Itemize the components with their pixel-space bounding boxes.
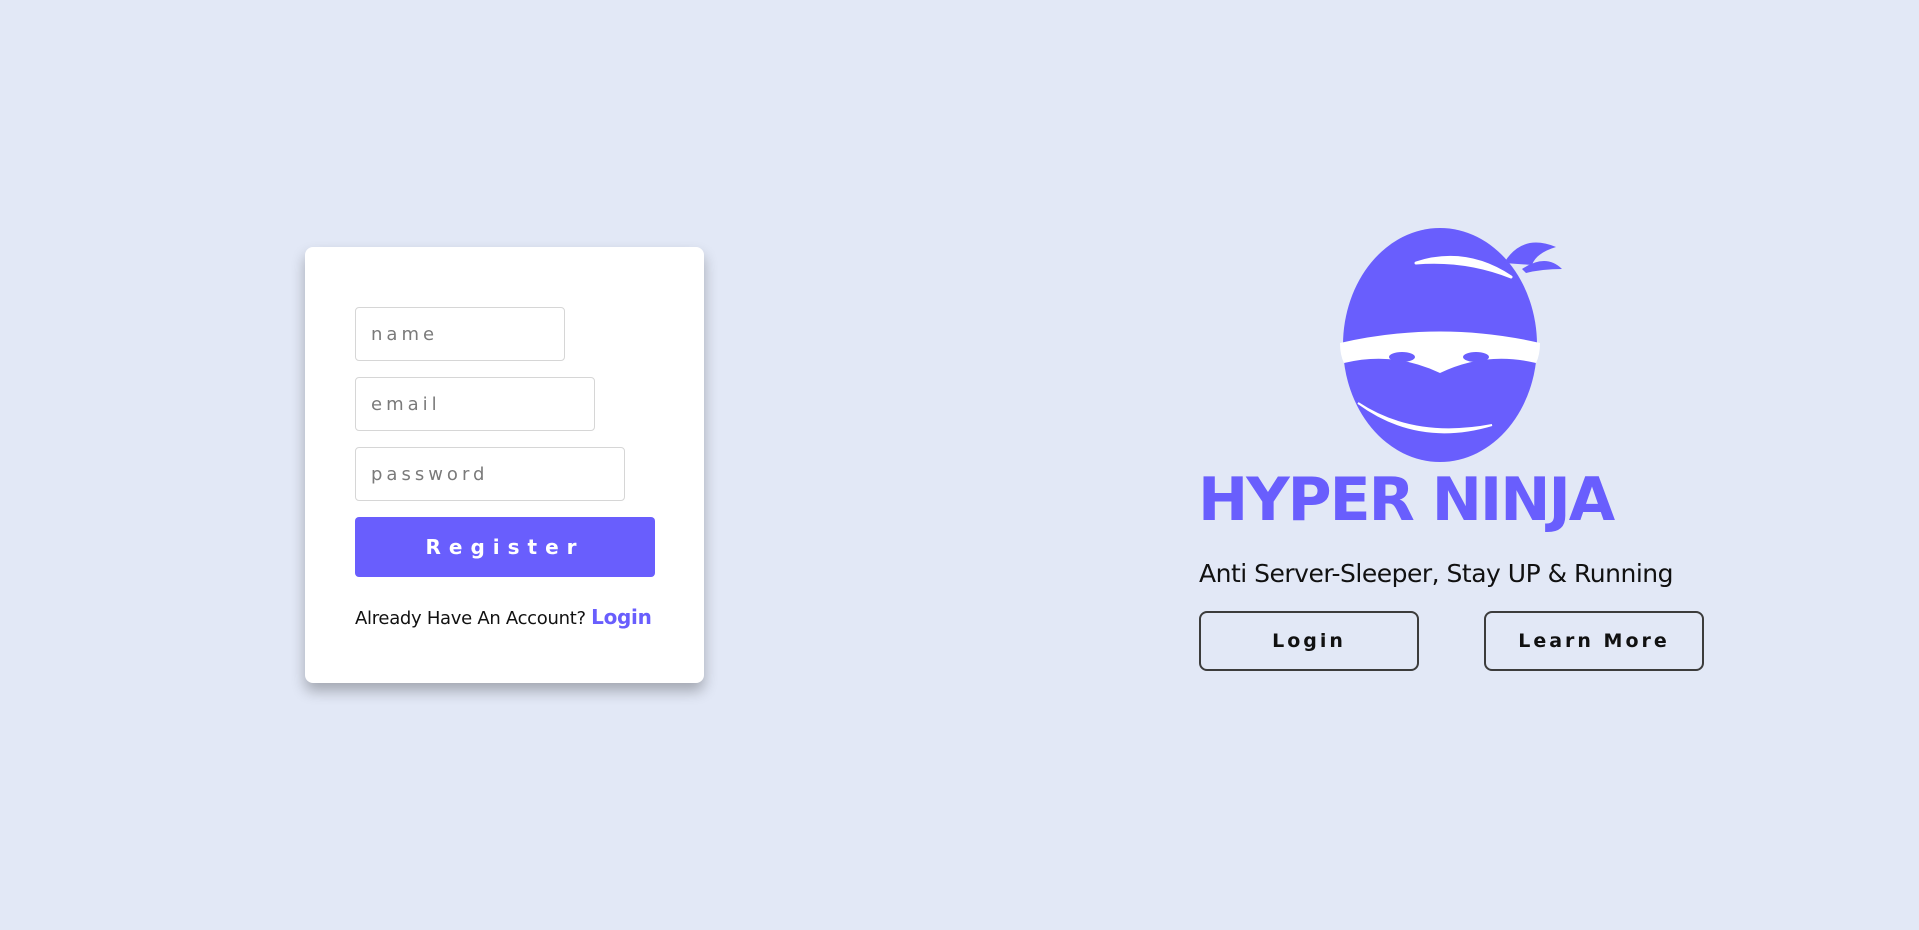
hero-title: HYPER NINJA [1198,465,1615,535]
landing-page: Register Already Have An Account? Login … [0,0,1919,930]
password-input[interactable] [355,447,625,501]
account-prompt-line: Already Have An Account? Login [355,605,652,629]
login-link[interactable]: Login [591,605,652,629]
name-input[interactable] [355,307,565,361]
ninja-head-icon [1340,228,1562,462]
email-input[interactable] [355,377,595,431]
learn-more-button[interactable]: Learn More [1484,611,1704,671]
register-button[interactable]: Register [355,517,655,577]
hero-subtitle: Anti Server-Sleeper, Stay UP & Running [1199,559,1673,588]
hero-login-button[interactable]: Login [1199,611,1419,671]
register-card: Register Already Have An Account? Login [305,247,704,683]
account-prompt-text: Already Have An Account? [355,608,586,629]
